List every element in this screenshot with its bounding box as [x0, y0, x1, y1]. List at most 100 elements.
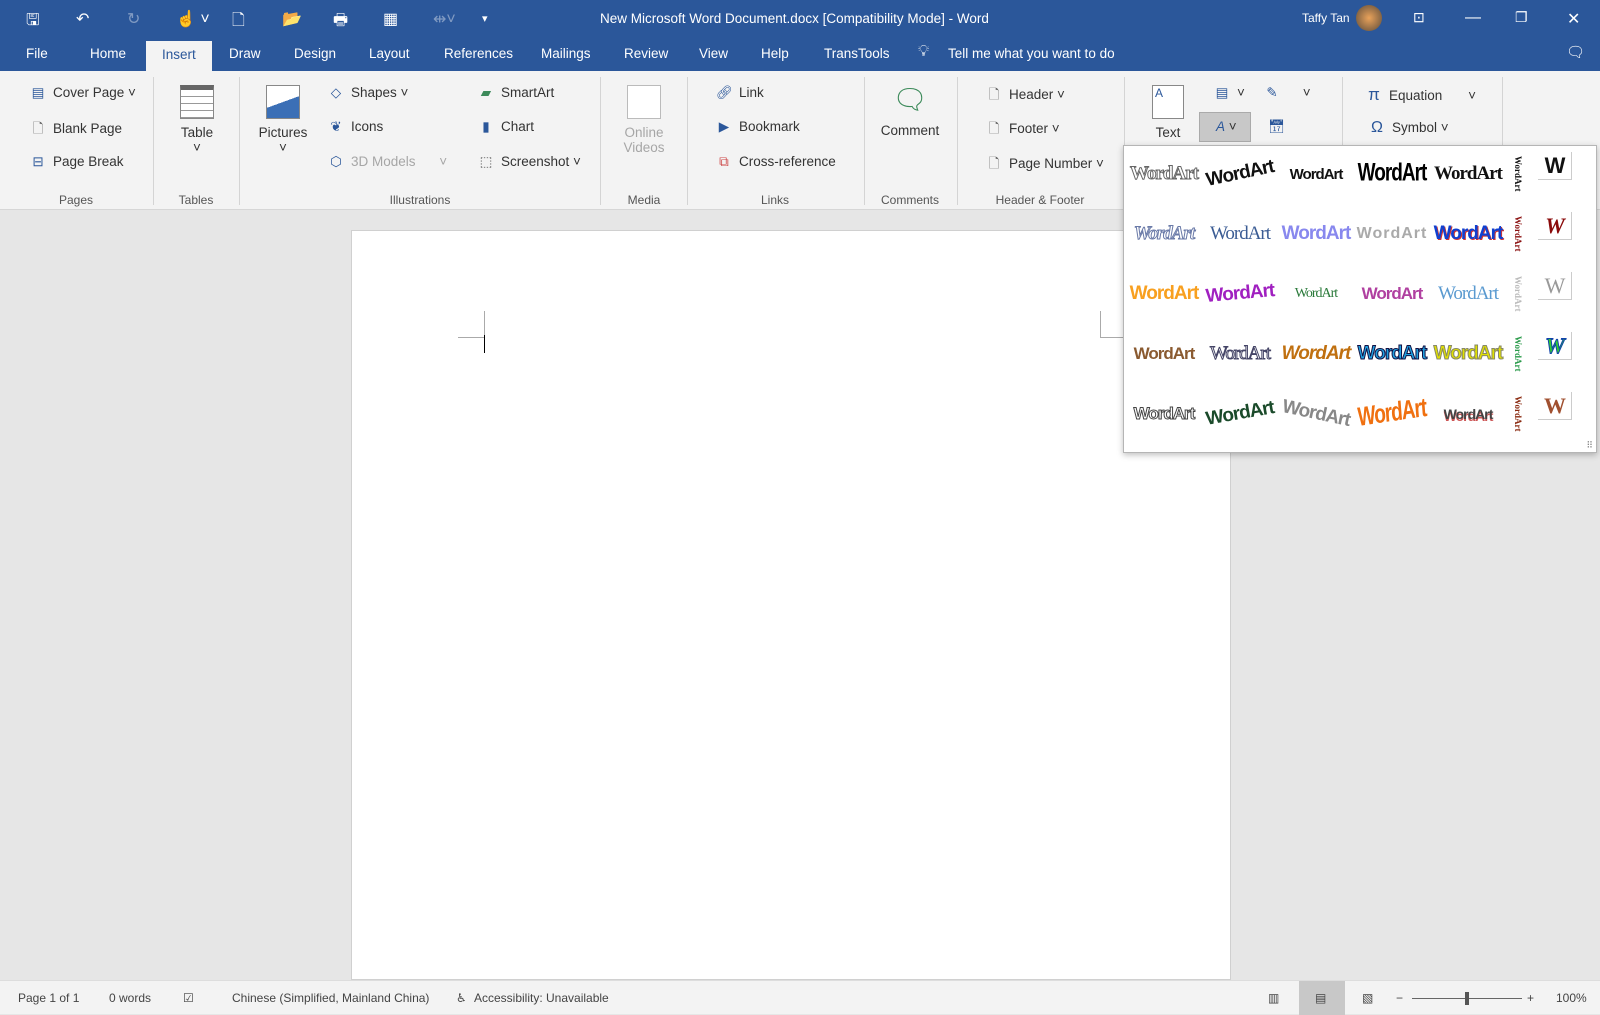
tab-layout[interactable]: Layout [369, 46, 410, 61]
tab-draw[interactable]: Draw [229, 46, 261, 61]
wordart-style-option[interactable]: WordArt [1204, 208, 1276, 260]
minimize-icon[interactable]: — [1465, 9, 1481, 27]
wordart-style-option[interactable]: WordArt [1356, 268, 1428, 320]
pictures-button[interactable]: Pictures ˅ [256, 85, 310, 155]
tab-view[interactable]: View [699, 46, 728, 61]
page-number-button[interactable]: 🗋 Page Number ˅ [986, 154, 1104, 177]
language[interactable]: Chinese (Simplified, Mainland China) [232, 991, 429, 1005]
wordart-style-option[interactable]: WordArt [1280, 328, 1352, 380]
read-mode-icon[interactable]: ▥ [1268, 991, 1279, 1005]
avatar[interactable] [1356, 5, 1382, 31]
wordart-single-letter-style-option[interactable]: W [1538, 152, 1572, 180]
wordart-single-letter-style-option[interactable]: W [1538, 272, 1572, 300]
comment-button[interactable]: 🗨︎ Comment [878, 83, 942, 138]
online-videos-button[interactable]: Online Videos [616, 85, 672, 155]
equation-button[interactable]: π Equation ˅ [1366, 85, 1476, 105]
tab-help[interactable]: Help [761, 46, 789, 61]
document-page[interactable] [351, 230, 1231, 980]
blank-page-button[interactable]: 🗋 Blank Page [30, 119, 123, 142]
word-count[interactable]: 0 words [109, 991, 151, 1005]
resize-handle-icon[interactable]: ⠿ [1586, 440, 1593, 451]
wordart-style-option[interactable]: WordArt [1202, 265, 1278, 323]
table-button[interactable]: Table ˅ [172, 85, 222, 155]
wordart-single-letter-style-option[interactable]: W [1538, 332, 1572, 360]
wordart-style-option[interactable]: WordArt [1432, 148, 1504, 200]
header-button[interactable]: 🗋 Header ˅ [986, 85, 1065, 108]
wordart-vertical-style-option[interactable]: WordArt [1508, 388, 1528, 440]
redo-icon[interactable]: ↻ [127, 9, 140, 29]
wordart-style-option[interactable]: WordArt [1280, 148, 1352, 200]
zoom-slider-thumb[interactable] [1465, 992, 1469, 1005]
footer-button[interactable]: 🗋 Footer ˅ [986, 119, 1060, 142]
3d-models-button[interactable]: ⬡ 3D Models ˅ [328, 154, 447, 170]
symbol-button[interactable]: Ω Symbol ˅ [1369, 119, 1449, 137]
wordart-style-option[interactable]: WordArt [1128, 388, 1200, 440]
accessibility-status[interactable]: Accessibility: Unavailable [474, 991, 609, 1005]
wordart-style-option[interactable]: WordArt [1353, 373, 1430, 456]
restore-icon[interactable]: ❐ [1515, 9, 1528, 26]
wordart-style-option[interactable]: WordArt [1356, 140, 1428, 208]
tab-insert[interactable]: Insert [146, 41, 212, 71]
signature-line-button[interactable]: ✎ ˅ [1264, 85, 1310, 101]
page-break-button[interactable]: ⊟ Page Break [30, 154, 123, 170]
new-document-icon[interactable]: 🗋 [232, 9, 245, 36]
wordart-style-option[interactable]: WordArt [1128, 208, 1200, 260]
wordart-style-option[interactable]: WordArt [1280, 268, 1352, 320]
cross-reference-button[interactable]: ⧉ Cross-reference [716, 154, 836, 170]
wordart-style-option[interactable]: WordArt [1200, 382, 1280, 446]
zoom-out-button[interactable]: − [1396, 991, 1403, 1005]
wordart-style-option[interactable]: WordArt [1280, 208, 1352, 260]
zoom-level[interactable]: 100% [1556, 991, 1587, 1005]
tab-design[interactable]: Design [294, 46, 336, 61]
icons-button[interactable]: ❦ Icons [328, 119, 383, 135]
link-button[interactable]: 🔗︎ Link [716, 85, 764, 101]
wordart-vertical-style-option[interactable]: WordArt [1508, 268, 1528, 320]
tab-review[interactable]: Review [624, 46, 668, 61]
wordart-style-option[interactable]: WordArt [1128, 328, 1200, 380]
chart-button[interactable]: ▮ Chart [478, 119, 534, 135]
wordart-style-option[interactable]: WordArt [1432, 268, 1504, 320]
touch-mode-icon[interactable]: ☝ ˅ [176, 9, 210, 29]
wordart-single-letter-style-option[interactable]: W [1538, 212, 1572, 240]
tab-transtools[interactable]: TransTools [824, 46, 890, 61]
wordart-style-option[interactable]: WordArt [1432, 388, 1504, 440]
date-time-button[interactable]: 📅︎ [1268, 119, 1291, 135]
customize-toolbar-icon[interactable]: ▾ [482, 12, 488, 25]
wordart-style-option[interactable]: WordArt [1356, 328, 1428, 380]
open-icon[interactable]: 📂 [282, 9, 302, 29]
user-name[interactable]: Taffy Tan [1302, 11, 1350, 25]
undo-icon[interactable]: ↶ [76, 9, 89, 29]
tab-mailings[interactable]: Mailings [541, 46, 591, 61]
format-icon[interactable]: ⇹˅ [433, 9, 456, 29]
wordart-style-option[interactable]: WordArt [1204, 328, 1276, 380]
ribbon-display-icon[interactable]: ⊡ [1413, 9, 1425, 26]
zoom-slider[interactable] [1412, 992, 1522, 1005]
screenshot-button[interactable]: ⬚ Screenshot ˅ [478, 154, 581, 170]
bookmark-button[interactable]: ▶ Bookmark [716, 119, 800, 135]
proofing-icon[interactable]: ☑ [183, 991, 194, 1005]
wordart-vertical-style-option[interactable]: WordArt [1508, 148, 1528, 200]
wordart-style-option[interactable]: WordArt [1432, 208, 1504, 260]
quick-parts-button[interactable]: ▤ ˅ [1214, 85, 1245, 101]
cover-page-button[interactable]: ▤ Cover Page ˅ [30, 85, 136, 101]
smartart-button[interactable]: ▰ SmartArt [478, 85, 554, 101]
wordart-vertical-style-option[interactable]: WordArt [1508, 208, 1528, 260]
wordart-style-option[interactable]: WordArt [1199, 141, 1280, 207]
tell-me-search[interactable]: Tell me what you want to do [948, 46, 1115, 61]
wordart-style-option[interactable]: WordArt [1128, 268, 1200, 320]
print-preview-icon[interactable]: 🖶 [333, 9, 348, 36]
page-count[interactable]: Page 1 of 1 [18, 991, 79, 1005]
close-icon[interactable]: ✕ [1567, 9, 1580, 29]
tab-home[interactable]: Home [90, 46, 126, 61]
wordart-vertical-style-option[interactable]: WordArt [1508, 328, 1528, 380]
wordart-style-option[interactable]: WordArt [1128, 148, 1200, 200]
wordart-style-option[interactable]: WordArt [1432, 328, 1504, 380]
text-box-button[interactable]: A Text [1148, 85, 1188, 140]
tab-references[interactable]: References [444, 46, 513, 61]
wordart-style-option[interactable]: WordArt [1356, 208, 1428, 260]
tab-file[interactable]: File [26, 46, 48, 61]
web-layout-icon[interactable]: ▧ [1362, 991, 1373, 1005]
shapes-button[interactable]: ◇ Shapes ˅ [328, 85, 409, 101]
zoom-in-button[interactable]: + [1527, 991, 1534, 1005]
wordart-style-option[interactable]: WordArt [1275, 381, 1356, 447]
